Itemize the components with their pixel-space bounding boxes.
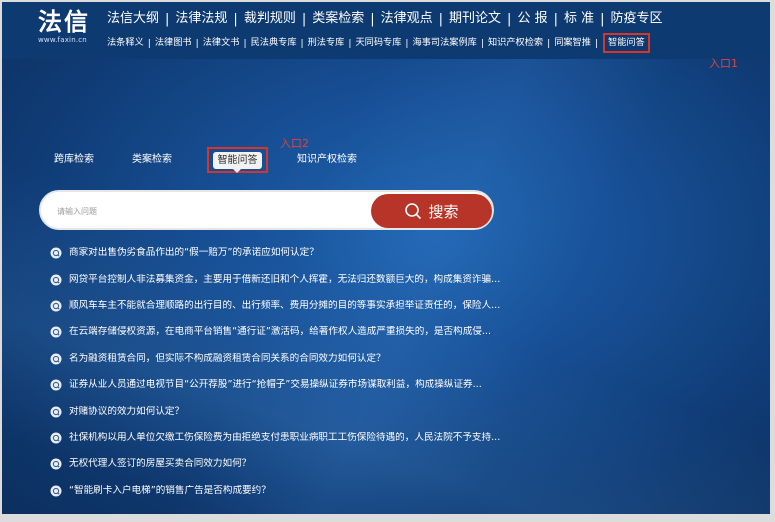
subnav-separator: | — [243, 37, 247, 49]
nav-separator: | — [438, 11, 444, 27]
nav-item-rules[interactable]: 裁判规则 — [244, 11, 296, 27]
subnav-item-maritime-cases[interactable]: 海事司法案例库 — [413, 37, 477, 49]
question-bubble-icon — [50, 326, 62, 338]
question-bubble-icon — [50, 247, 62, 259]
nav-separator: | — [233, 11, 238, 27]
site-logo[interactable]: 法信 www.faxin.cn — [38, 8, 98, 45]
subnav-item-interpretation[interactable]: 法条释义 — [107, 37, 144, 49]
question-bubble-icon — [50, 485, 62, 497]
nav-item-laws[interactable]: 法律法规 — [175, 11, 227, 27]
subnav-separator: | — [300, 37, 304, 49]
subnav-separator: | — [195, 37, 199, 49]
nav-item-epidemic[interactable]: 防疫专区 — [611, 11, 663, 27]
question-text: 无权代理人签订的房屋买卖合同效力如何？ — [69, 458, 252, 470]
search-icon — [405, 203, 422, 219]
question-text: 证券从业人员通过电视节目“公开荐股”进行“抢帽子”交易操纵证券市场谋取利益，构成… — [69, 379, 482, 391]
tab-case-search[interactable]: 类案检索 — [132, 154, 172, 166]
search-button[interactable]: 搜索 — [371, 194, 492, 228]
search-button-label: 搜索 — [428, 202, 459, 221]
nav-item-outline[interactable]: 法信大纲 — [107, 11, 159, 27]
question-text: 在云端存储侵权资源，在电商平台销售“通行证”激活码，给著作权人造成严重损失的，是… — [69, 326, 492, 338]
nav-separator: | — [553, 11, 558, 27]
subnav-item-civil-code[interactable]: 民法典专库 — [251, 37, 297, 49]
primary-nav: 法信大纲 | 法律法规 | 裁判规则 | 类案检索 | 法律观点 | 期刊论文 … — [107, 11, 663, 27]
nav-item-case-search[interactable]: 类案检索 — [312, 11, 364, 27]
tab-ip-search[interactable]: 知识产权检索 — [297, 154, 357, 166]
tab-cross-db-search[interactable]: 跨库检索 — [54, 154, 94, 166]
nav-separator: | — [507, 11, 512, 27]
question-text: 顺风车车主不能就合理顺路的出行目的、出行频率、费用分摊的目的等事实承担举证责任的… — [69, 299, 501, 311]
list-item[interactable]: 网贷平台控制人非法募集资金，主要用于借新还旧和个人挥霍，无法归还数额巨大的，构成… — [50, 266, 570, 292]
subnav-separator: | — [348, 37, 352, 49]
question-text: “智能刷卡入户电梯”的销售广告是否构成要约？ — [69, 484, 271, 496]
secondary-nav: 法条释义 | 法律图书 | 法律文书 | 民法典专库 | 刑法专库 | 天同码专… — [107, 33, 650, 53]
top-header: 法信 www.faxin.cn 法信大纲 | 法律法规 | 裁判规则 | 类案检… — [2, 2, 770, 59]
subnav-item-similar-case-push[interactable]: 同案智推 — [554, 37, 591, 49]
search-input[interactable] — [57, 204, 357, 218]
list-item[interactable]: “智能刷卡入户电梯”的销售广告是否构成要约？ — [50, 478, 570, 504]
list-item[interactable]: 对赌协议的效力如何认定？ — [50, 398, 570, 424]
question-text: 对赌协议的效力如何认定？ — [69, 405, 185, 417]
list-item[interactable]: 名为融资租赁合同，但实际不构成融资租赁合同关系的合同效力如何认定？ — [50, 346, 570, 372]
subnav-separator: | — [405, 37, 409, 49]
list-item[interactable]: 证券从业人员通过电视节目“公开荐股”进行“抢帽子”交易操纵证券市场谋取利益，构成… — [50, 372, 570, 398]
subnav-item-tiantong-code[interactable]: 天同码专库 — [355, 37, 401, 49]
question-list: 商家对出售伪劣食品作出的“假一赔万”的承诺应如何认定？ 网贷平台控制人非法募集资… — [50, 240, 570, 504]
logo-url: www.faxin.cn — [38, 36, 87, 44]
tab-smart-qa-highlight: 智能问答 — [207, 147, 268, 173]
search-tabs: 跨库检索 类案检索 — [54, 154, 172, 166]
question-bubble-icon — [50, 379, 62, 391]
subnav-item-ip-search[interactable]: 知识产权检索 — [488, 37, 543, 49]
question-bubble-icon — [50, 274, 62, 286]
question-bubble-icon — [50, 458, 62, 470]
list-item[interactable]: 在云端存储侵权资源，在电商平台销售“通行证”激活码，给著作权人造成严重损失的，是… — [50, 319, 570, 345]
question-text: 网贷平台控制人非法募集资金，主要用于借新还旧和个人挥霍，无法归还数额巨大的，构成… — [69, 273, 501, 285]
question-text: 商家对出售伪劣食品作出的“假一赔万”的承诺应如何认定？ — [69, 247, 319, 259]
list-item[interactable]: 社保机构以用人单位欠缴工伤保险费为由拒绝支付患职业病职工工伤保险待遇的，人民法院… — [50, 425, 570, 451]
subnav-item-criminal-law[interactable]: 刑法专库 — [308, 37, 345, 49]
question-text: 名为融资租赁合同，但实际不构成融资租赁合同关系的合同效力如何认定？ — [69, 352, 386, 364]
nav-separator: | — [370, 11, 375, 27]
search-bar: 搜索 — [39, 190, 494, 230]
nav-item-legal-views[interactable]: 法律观点 — [381, 11, 433, 27]
tab-smart-qa[interactable]: 智能问答 — [213, 152, 262, 173]
page-frame: 法信 www.faxin.cn 法信大纲 | 法律法规 | 裁判规则 | 类案检… — [2, 2, 770, 514]
annotation-entry-1: 入口1 — [709, 57, 738, 70]
subnav-separator: | — [547, 37, 551, 49]
subnav-item-books[interactable]: 法律图书 — [155, 37, 192, 49]
nav-separator: | — [301, 11, 307, 27]
list-item[interactable]: 商家对出售伪劣食品作出的“假一赔万”的承诺应如何认定？ — [50, 240, 570, 266]
question-bubble-icon — [50, 300, 62, 312]
annotation-entry-2: 入口2 — [280, 137, 309, 150]
subnav-item-smart-qa[interactable]: 智能问答 — [603, 33, 650, 53]
logo-text: 法信 — [38, 7, 90, 36]
nav-item-gazette[interactable]: 公 报 — [517, 11, 547, 27]
list-item[interactable]: 顺风车车主不能就合理顺路的出行目的、出行频率、费用分摊的目的等事实承担举证责任的… — [50, 293, 570, 319]
nav-separator: | — [600, 11, 605, 27]
nav-item-journals[interactable]: 期刊论文 — [449, 11, 501, 27]
question-bubble-icon — [50, 353, 62, 365]
subnav-separator: | — [147, 37, 151, 49]
subnav-separator: | — [594, 37, 599, 49]
list-item[interactable]: 无权代理人签订的房屋买卖合同效力如何？ — [50, 451, 570, 477]
subnav-separator: | — [480, 37, 484, 49]
question-bubble-icon — [50, 432, 62, 444]
subnav-item-documents[interactable]: 法律文书 — [203, 37, 240, 49]
nav-item-standards[interactable]: 标 准 — [564, 11, 594, 27]
nav-separator: | — [165, 11, 170, 27]
question-bubble-icon — [50, 406, 62, 418]
question-text: 社保机构以用人单位欠缴工伤保险费为由拒绝支付患职业病职工工伤保险待遇的，人民法院… — [69, 431, 501, 443]
